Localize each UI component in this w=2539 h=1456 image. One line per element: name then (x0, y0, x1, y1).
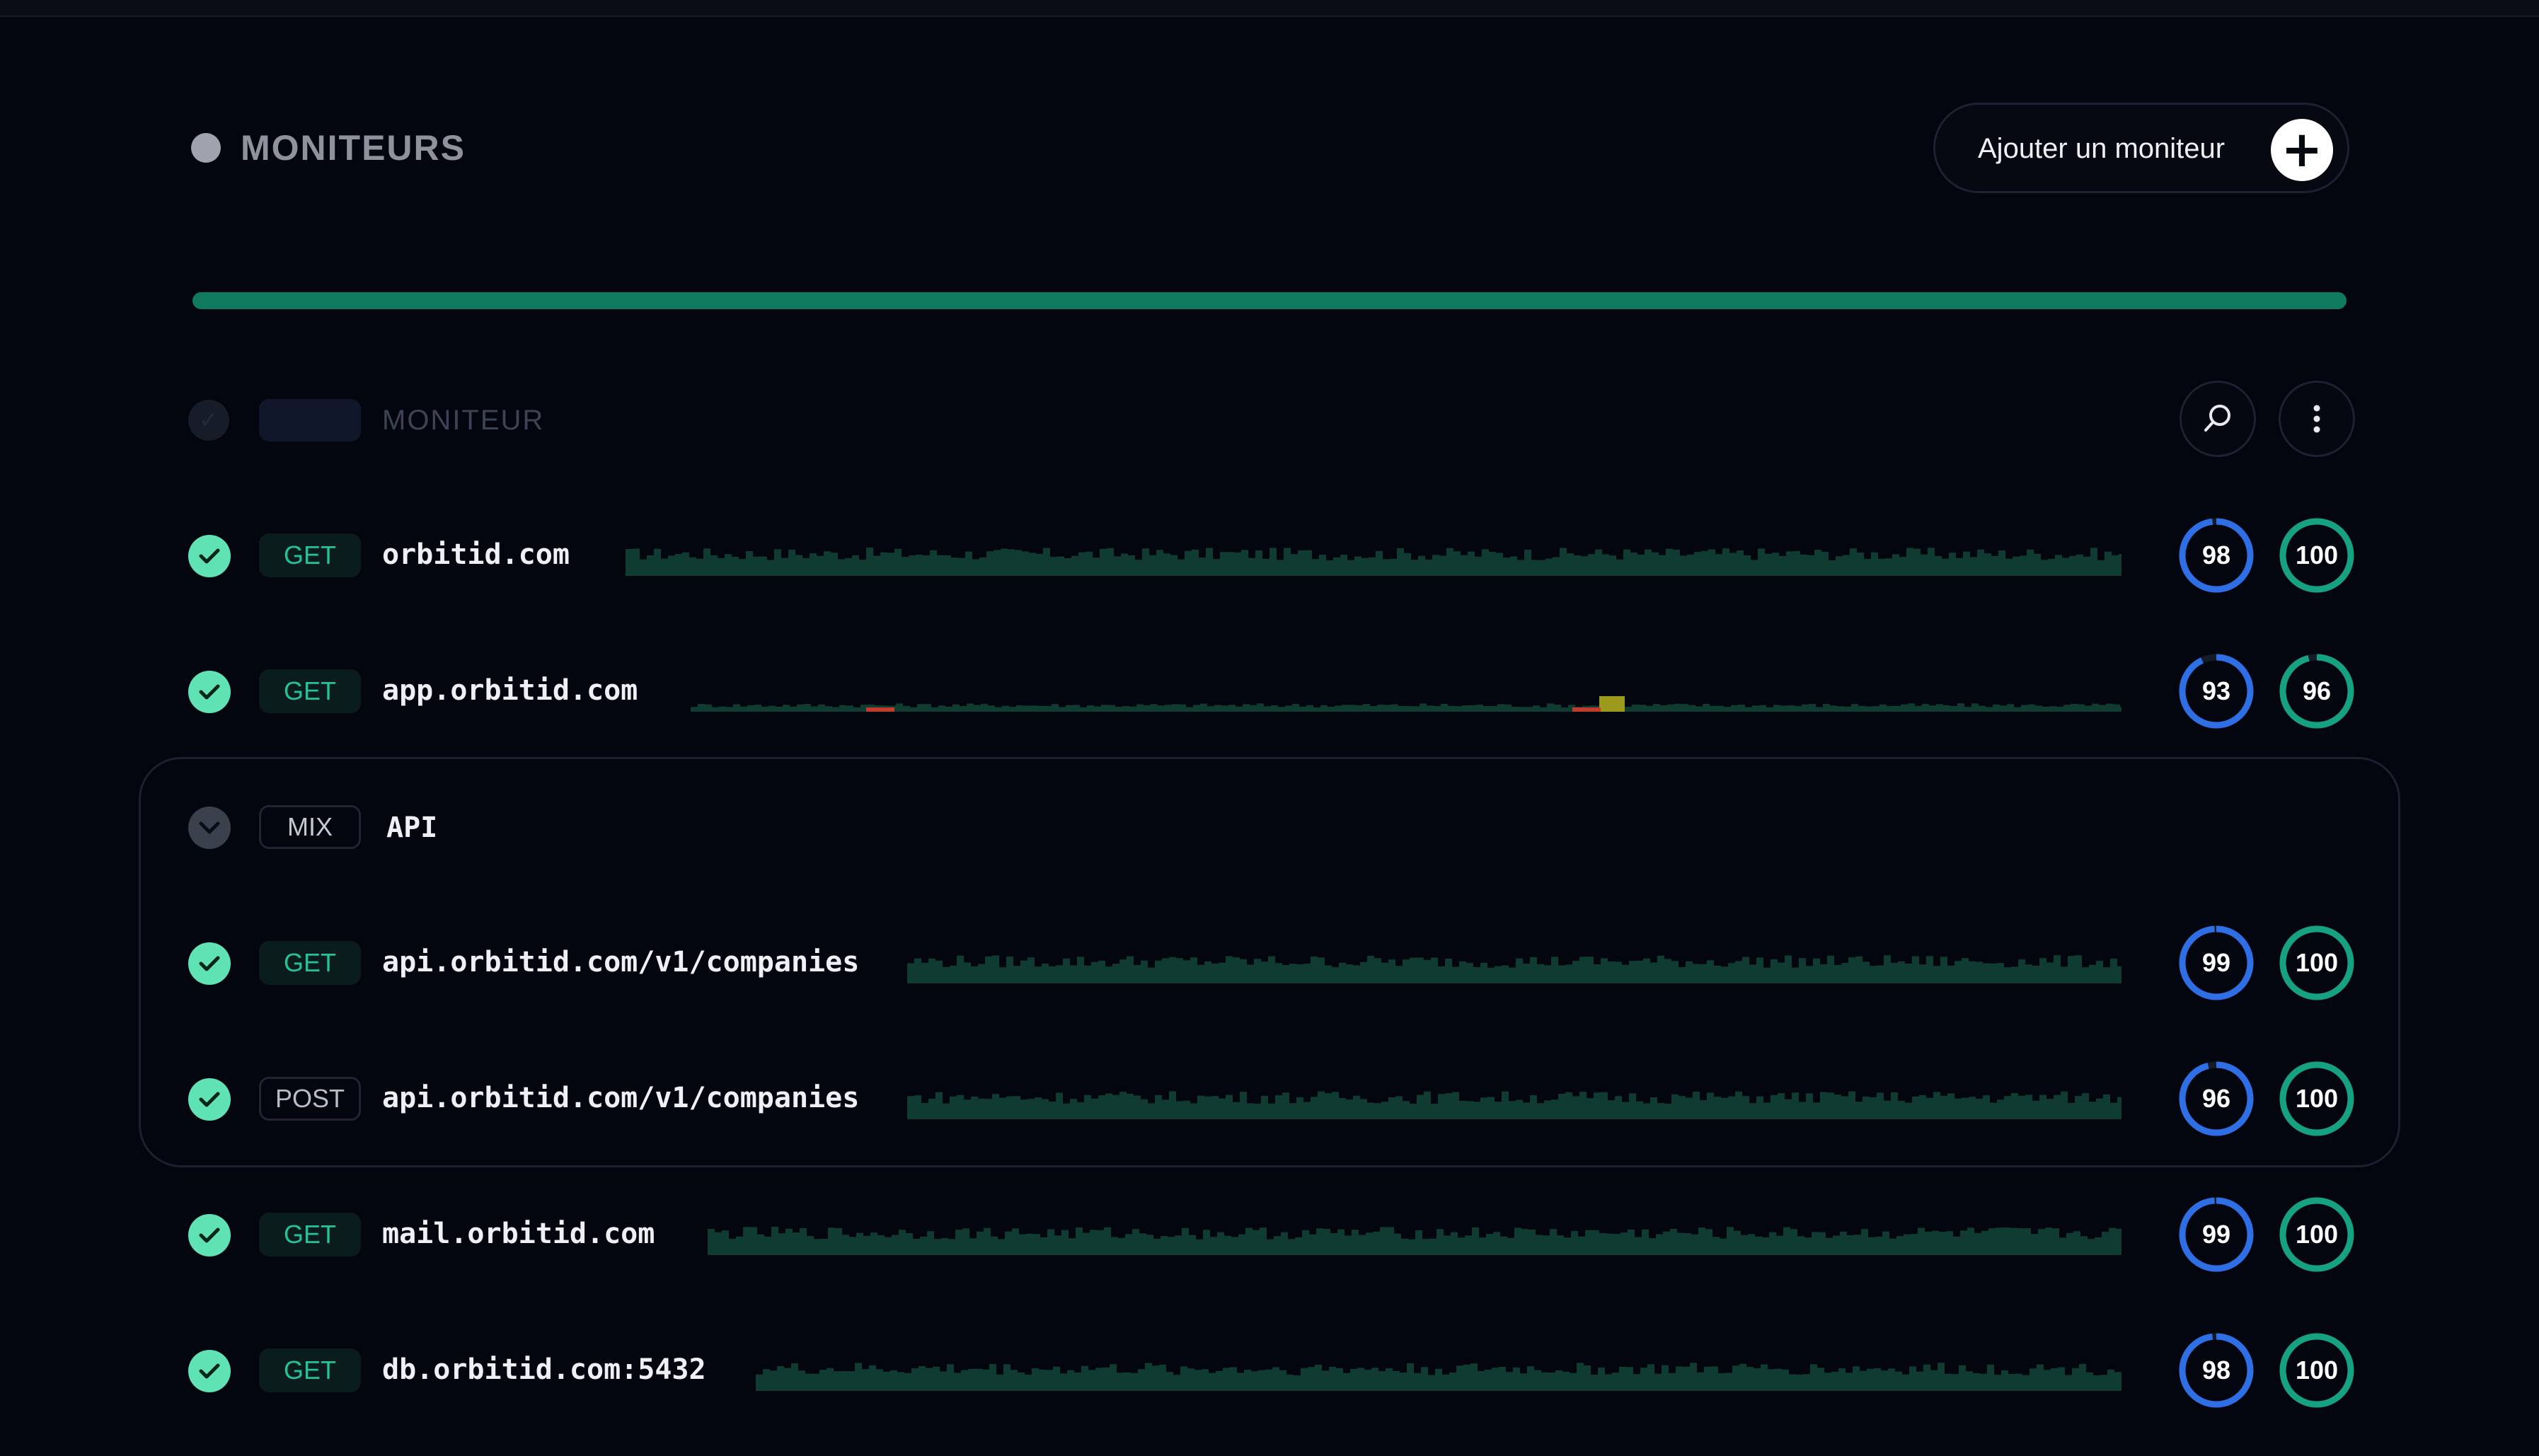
uptime-sparkline (907, 1091, 2121, 1119)
monitor-row[interactable]: GET mail.orbitid.com 99 100 (0, 1196, 2539, 1273)
method-badge: GET (259, 1213, 361, 1256)
monitor-host[interactable]: api.orbitid.com/v1/companies (382, 1080, 859, 1116)
monitor-host[interactable]: mail.orbitid.com (382, 1215, 655, 1252)
search-icon (2204, 405, 2230, 432)
search-button[interactable] (2180, 381, 2256, 457)
latency-score-gauge: 99 (2178, 925, 2255, 1001)
page-title: MONITEURS (241, 128, 466, 168)
window-top-bar (0, 0, 2539, 17)
uptime-sparkline (626, 548, 2121, 576)
more-vertical-icon (2313, 405, 2320, 433)
add-monitor-button[interactable]: Ajouter un moniteur + (1933, 103, 2349, 193)
uptime-sparkline (756, 1363, 2121, 1391)
monitor-host[interactable]: db.orbitid.com:5432 (382, 1351, 706, 1388)
group-method-badge: MIX (259, 805, 361, 849)
plus-icon: + (2271, 119, 2333, 181)
group-collapse-toggle[interactable] (188, 807, 231, 849)
status-dot-icon (191, 133, 221, 163)
uptime-score-gauge: 100 (2279, 925, 2355, 1001)
method-badge: GET (259, 941, 361, 985)
chevron-down-icon (199, 821, 220, 834)
uptime-score-gauge: 96 (2279, 653, 2355, 729)
add-monitor-label: Ajouter un moniteur (1978, 133, 2226, 164)
group-name: API (386, 811, 438, 844)
uptime-score-gauge: 100 (2279, 1061, 2355, 1137)
more-options-button[interactable] (2279, 381, 2355, 457)
monitor-row[interactable]: GET api.orbitid.com/v1/companies 99 100 (0, 924, 2539, 1002)
check-circle-icon (188, 1214, 231, 1256)
monitor-row[interactable]: POST api.orbitid.com/v1/companies 96 100 (0, 1060, 2539, 1138)
uptime-score-gauge: 100 (2279, 1332, 2355, 1409)
monitor-row[interactable]: GET db.orbitid.com:5432 98 100 (0, 1331, 2539, 1409)
method-badge: GET (259, 533, 361, 577)
monitor-host[interactable]: api.orbitid.com/v1/companies (382, 944, 859, 981)
check-circle-icon (188, 535, 231, 577)
uptime-sparkline (907, 955, 2121, 983)
monitor-row[interactable]: GET app.orbitid.com 93 96 (0, 652, 2539, 730)
select-all-checkbox[interactable]: ✓ (188, 400, 229, 441)
latency-score-gauge: 99 (2178, 1196, 2255, 1273)
monitor-host[interactable]: app.orbitid.com (382, 672, 638, 709)
monitor-host[interactable]: orbitid.com (382, 536, 570, 573)
latency-score-gauge: 98 (2178, 517, 2255, 594)
method-badge: GET (259, 1348, 361, 1392)
overall-uptime-bar (192, 292, 2347, 309)
uptime-sparkline (708, 1227, 2121, 1255)
uptime-score-gauge: 100 (2279, 517, 2355, 594)
latency-score-gauge: 96 (2178, 1061, 2255, 1137)
method-column-placeholder (259, 399, 361, 441)
monitor-row[interactable]: GET orbitid.com 98 100 (0, 516, 2539, 594)
uptime-sparkline (691, 696, 2121, 712)
latency-score-gauge: 98 (2178, 1332, 2255, 1409)
method-badge: POST (259, 1077, 361, 1121)
list-header-title: MONITEUR (382, 405, 545, 436)
check-circle-icon (188, 671, 231, 713)
check-circle-icon (188, 942, 231, 985)
check-circle-icon (188, 1078, 231, 1121)
method-badge: GET (259, 669, 361, 713)
check-circle-icon (188, 1350, 231, 1392)
latency-score-gauge: 93 (2178, 653, 2255, 729)
uptime-score-gauge: 100 (2279, 1196, 2355, 1273)
